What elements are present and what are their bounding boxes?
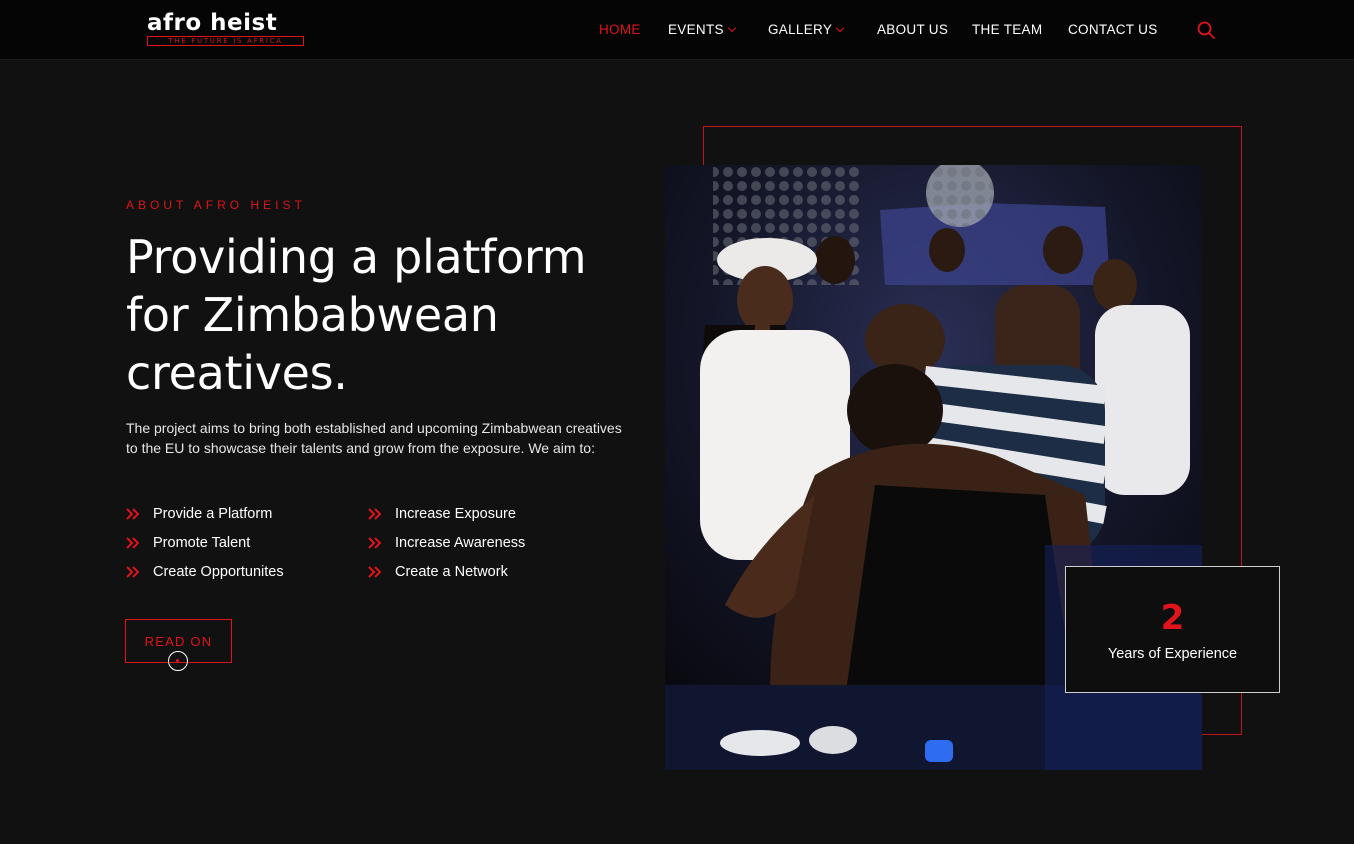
years-label: Years of Experience <box>1107 645 1238 662</box>
list-item: Promote Talent <box>126 533 250 553</box>
site-header: afro heist THE FUTURE IS AFRICA HOME EVE… <box>0 0 1354 60</box>
list-item: Provide a Platform <box>126 504 272 524</box>
site-logo[interactable]: afro heist THE FUTURE IS AFRICA <box>147 12 305 46</box>
headline-line: for Zimbabwean <box>126 288 499 342</box>
aim-label: Create a Network <box>395 564 508 580</box>
page-title: Providing a platform for Zimbabwean crea… <box>126 228 666 402</box>
aim-label: Increase Exposure <box>395 506 516 522</box>
logo-tagline: THE FUTURE IS AFRICA <box>147 36 304 46</box>
list-item: Create Opportunites <box>126 562 284 582</box>
nav-item-gallery-label: GALLERY <box>768 22 833 37</box>
aim-label: Promote Talent <box>153 535 251 551</box>
chevron-down-icon <box>727 23 737 33</box>
double-chevron-right-icon <box>126 537 139 549</box>
chevron-down-icon <box>835 23 845 33</box>
double-chevron-right-icon <box>368 508 381 520</box>
double-chevron-right-icon <box>126 508 139 520</box>
aim-label: Provide a Platform <box>153 506 273 522</box>
nav-item-gallery[interactable]: GALLERY <box>768 21 845 39</box>
double-chevron-right-icon <box>368 537 381 549</box>
nav-item-events-label: EVENTS <box>668 22 724 37</box>
aim-label: Increase Awareness <box>395 535 526 551</box>
list-item: Increase Exposure <box>368 504 516 524</box>
double-chevron-right-icon <box>368 566 381 578</box>
nav-item-contact-us[interactable]: CONTACT US <box>1068 21 1158 39</box>
aim-label: Create Opportunites <box>153 564 284 580</box>
nav-item-events[interactable]: EVENTS <box>668 21 737 39</box>
headline-line: Providing a platform <box>126 230 587 284</box>
section-eyebrow: ABOUT AFRO HEIST <box>126 198 306 212</box>
list-item: Increase Awareness <box>368 533 525 553</box>
mouse-cursor <box>168 651 188 671</box>
double-chevron-right-icon <box>126 566 139 578</box>
headline-line: creatives. <box>126 346 348 400</box>
intro-paragraph: The project aims to bring both establish… <box>126 420 622 456</box>
aims-list: Provide a Platform Increase Exposure Pro… <box>126 504 606 594</box>
nav-item-about-us[interactable]: ABOUT US <box>877 21 948 39</box>
experience-card: 2 Years of Experience <box>1065 566 1280 693</box>
nav-item-the-team[interactable]: THE TEAM <box>972 21 1042 39</box>
logo-wordmark: afro heist <box>147 10 278 36</box>
nav-item-home[interactable]: HOME <box>599 21 641 39</box>
list-item: Create a Network <box>368 562 508 582</box>
search-icon[interactable] <box>1195 19 1217 41</box>
years-count: 2 <box>1160 597 1185 638</box>
